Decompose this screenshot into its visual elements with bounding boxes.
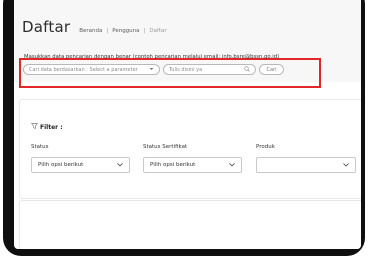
title-row: Daftar Beranda | Pengguna | Daftar [22,18,167,36]
chevron-down-icon [117,162,123,169]
status-select-value: Pilih opsi berikut [38,162,84,168]
certificate-status-select[interactable]: Pilih opsi berikut [143,157,242,173]
page-header: Daftar Beranda | Pengguna | Daftar Masuk… [14,0,361,88]
status-label: Status [31,144,49,150]
chevron-down-icon [229,162,235,169]
breadcrumb-item-beranda[interactable]: Beranda [79,28,102,34]
breadcrumb: Beranda | Pengguna | Daftar [79,28,166,34]
search-input[interactable]: Tulis disini ya [163,64,256,75]
product-label: Produk [256,144,275,150]
search-parameter-label: Cari data berdasarkan : Select a paramet… [29,66,138,73]
app-screen: Daftar Beranda | Pengguna | Daftar Masuk… [14,0,361,249]
filter-panel: Filter : Status Pilih opsi berikut Statu… [19,99,361,199]
product-select[interactable] [256,157,356,173]
device-frame: Daftar Beranda | Pengguna | Daftar Masuk… [3,0,365,256]
search-help-text: Masukkan data pencarian dengan benar (co… [24,54,280,60]
filter-title-label: Filter : [40,123,63,131]
chevron-down-icon [343,162,349,169]
page-title: Daftar [22,18,71,36]
breadcrumb-separator: | [143,28,146,34]
filter-icon [30,123,39,131]
search-parameter-select[interactable]: Cari data berdasarkan : Select a paramet… [23,64,160,75]
certificate-status-label: Status Sertifikat [143,144,188,150]
breadcrumb-item-pengguna[interactable]: Pengguna [112,28,139,34]
search-input-placeholder: Tulis disini ya [169,66,203,73]
search-icon [244,65,250,74]
status-select[interactable]: Pilih opsi berikut [31,157,130,173]
breadcrumb-item-daftar: Daftar [149,28,167,34]
chevron-down-icon [149,67,154,73]
breadcrumb-separator: | [106,28,109,34]
filter-title: Filter : [30,123,63,131]
search-button[interactable]: Cari [259,64,284,75]
certificate-status-value: Pilih opsi berikut [150,162,196,168]
results-panel [19,200,361,249]
search-row: Cari data berdasarkan : Select a paramet… [23,64,284,75]
